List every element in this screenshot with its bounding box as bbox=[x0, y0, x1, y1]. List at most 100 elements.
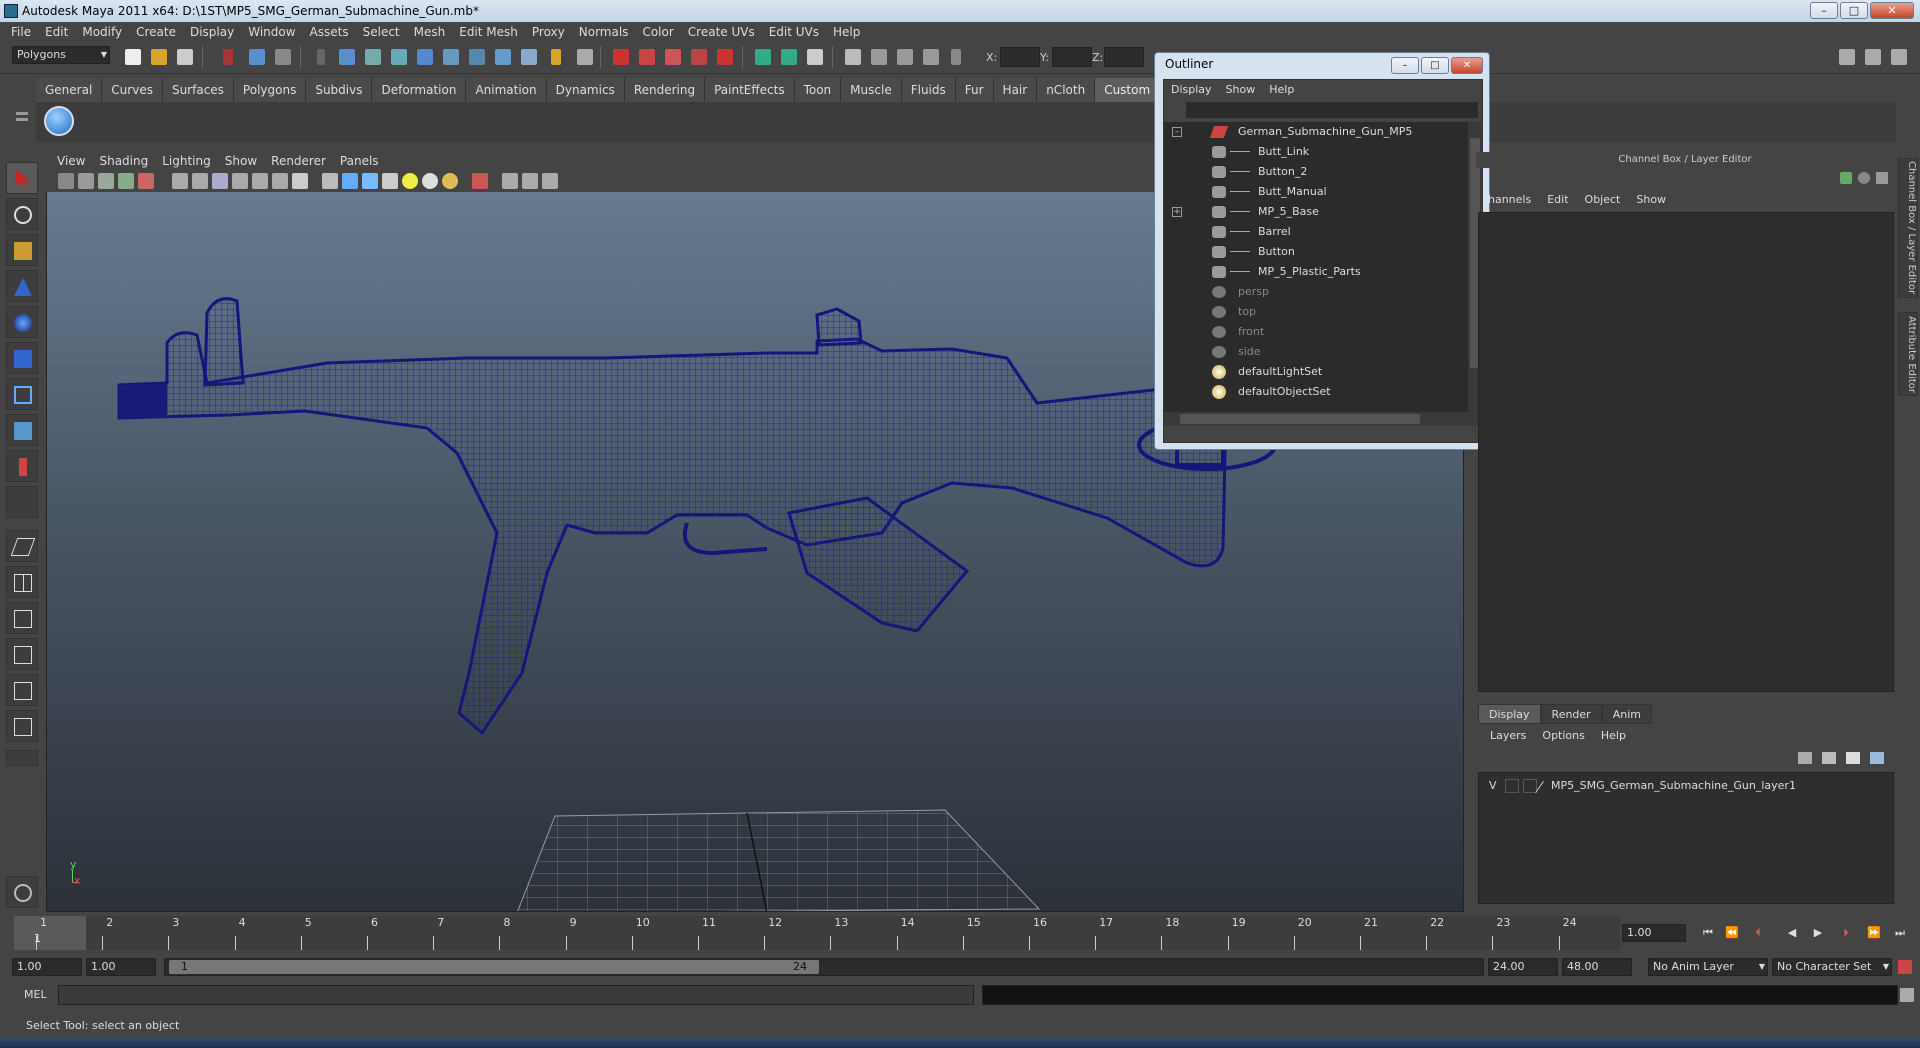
outliner-menu-show[interactable]: Show bbox=[1219, 80, 1263, 100]
shelf-tab-fluids[interactable]: Fluids bbox=[901, 78, 956, 102]
shelf-tab-deformation[interactable]: Deformation bbox=[372, 78, 467, 102]
menu-create-uvs[interactable]: Create UVs bbox=[681, 22, 762, 42]
menu-create[interactable]: Create bbox=[129, 22, 183, 42]
current-frame-field[interactable]: 1.00 bbox=[1622, 924, 1686, 942]
xgen-hand-icon[interactable] bbox=[6, 876, 38, 908]
channel-menu-object[interactable]: Object bbox=[1577, 190, 1629, 210]
wireframe-shading-icon[interactable] bbox=[322, 173, 338, 189]
default-lighting-icon[interactable] bbox=[402, 173, 418, 189]
current-time-marker[interactable]: 1 bbox=[14, 916, 86, 950]
outliner-minimize-button[interactable]: – bbox=[1391, 57, 1419, 74]
menu-display[interactable]: Display bbox=[183, 22, 241, 42]
move-tool-icon[interactable] bbox=[6, 270, 38, 302]
wireframe-on-shaded-icon[interactable] bbox=[362, 173, 378, 189]
new-scene-icon[interactable] bbox=[122, 46, 144, 68]
mask-dropdown-icon[interactable] bbox=[314, 46, 336, 68]
snap-grid-icon[interactable] bbox=[440, 46, 462, 68]
auto-key-icon[interactable] bbox=[1898, 960, 1912, 974]
animation-start-field[interactable]: 1.00 bbox=[12, 958, 82, 976]
four-view-layout-icon[interactable] bbox=[6, 566, 38, 598]
manipulator-tool-icon[interactable] bbox=[6, 378, 38, 410]
menu-color[interactable]: Color bbox=[635, 22, 680, 42]
textured-icon[interactable] bbox=[382, 173, 398, 189]
script-editor-icon[interactable] bbox=[1900, 988, 1914, 1002]
graph-layout-icon[interactable] bbox=[6, 638, 38, 670]
select-object-icon[interactable] bbox=[246, 46, 268, 68]
shelf-tab-hair[interactable]: Hair bbox=[993, 78, 1038, 102]
select-tool-icon[interactable] bbox=[6, 162, 38, 194]
render-current-icon[interactable] bbox=[688, 46, 710, 68]
time-slider[interactable]: 1 1 2 3 4 5 6 7 8 9 10 11 12 13 14 15 16 17 18 19 20 21 22 23 2… bbox=[14, 916, 1620, 950]
shelf-tab-surfaces[interactable]: Surfaces bbox=[162, 78, 234, 102]
go-to-start-icon[interactable]: ⏮ bbox=[1698, 924, 1718, 942]
lasso-tool-icon[interactable] bbox=[6, 198, 38, 230]
paint-select-tool-icon[interactable] bbox=[6, 234, 38, 266]
expand-toggle-icon[interactable]: + bbox=[1172, 207, 1182, 217]
shelf-tab-curves[interactable]: Curves bbox=[102, 78, 163, 102]
lock-icon[interactable] bbox=[548, 46, 570, 68]
gate-mask-icon[interactable] bbox=[232, 173, 248, 189]
speed-icon[interactable] bbox=[1858, 172, 1870, 184]
shelf-tab-ncloth[interactable]: nCloth bbox=[1037, 78, 1096, 102]
menu-help[interactable]: Help bbox=[826, 22, 867, 42]
outliner-item[interactable]: MP_5_Plastic_Parts bbox=[1164, 262, 1464, 282]
step-back-key-icon[interactable]: ⏴ bbox=[1748, 924, 1768, 942]
layer-tab-display[interactable]: Display bbox=[1478, 704, 1541, 724]
shelf-tab-painteffects[interactable]: PaintEffects bbox=[705, 78, 795, 102]
menu-normals[interactable]: Normals bbox=[572, 22, 636, 42]
xray-icon[interactable] bbox=[502, 173, 518, 189]
vp-menu-view[interactable]: View bbox=[50, 152, 92, 170]
shelf-tab-dynamics[interactable]: Dynamics bbox=[546, 78, 625, 102]
render-layout-icon[interactable] bbox=[6, 710, 38, 742]
help-question-icon[interactable] bbox=[518, 46, 540, 68]
snap-handles-icon[interactable] bbox=[336, 46, 358, 68]
outliner-horizontal-scrollbar[interactable] bbox=[1164, 412, 1482, 426]
snap-curves-icon[interactable] bbox=[388, 46, 410, 68]
bookmarks-icon[interactable] bbox=[98, 173, 114, 189]
tool-settings-toggle-icon[interactable] bbox=[1862, 46, 1884, 68]
channel-box-body[interactable] bbox=[1478, 212, 1894, 692]
scale-tool-icon[interactable] bbox=[6, 342, 38, 374]
go-to-end-icon[interactable]: ⏭ bbox=[1890, 924, 1910, 942]
outliner-item[interactable]: Barrel bbox=[1164, 222, 1464, 242]
play-forwards-icon[interactable]: ▶ bbox=[1808, 924, 1828, 942]
shelf-tab-general[interactable]: General bbox=[36, 78, 103, 102]
empty-layer-icon[interactable] bbox=[1846, 752, 1860, 764]
toolbox-more-icon[interactable] bbox=[6, 750, 38, 766]
vp-menu-renderer[interactable]: Renderer bbox=[264, 152, 333, 170]
render-settings-icon[interactable] bbox=[752, 46, 774, 68]
high-quality-icon[interactable] bbox=[442, 173, 458, 189]
shelf-tab-polygons[interactable]: Polygons bbox=[233, 78, 307, 102]
mel-label[interactable]: MEL bbox=[24, 988, 47, 1001]
film-gate-icon[interactable] bbox=[192, 173, 208, 189]
field-chart-icon[interactable] bbox=[252, 173, 268, 189]
menu-edit[interactable]: Edit bbox=[38, 22, 75, 42]
channel-menu-show[interactable]: Show bbox=[1628, 190, 1674, 210]
save-scene-icon[interactable] bbox=[174, 46, 196, 68]
x-field[interactable] bbox=[1000, 47, 1040, 67]
outliner-item[interactable]: – German_Submachine_Gun_MP5 bbox=[1164, 122, 1464, 142]
channel-toggle-icon[interactable] bbox=[1888, 46, 1910, 68]
outliner-maximize-button[interactable]: □ bbox=[1421, 57, 1449, 74]
anim-layer-dropdown[interactable]: No Anim Layer ▼ bbox=[1648, 958, 1768, 976]
channel-menu-edit[interactable]: Edit bbox=[1539, 190, 1576, 210]
outliner-close-button[interactable]: ✕ bbox=[1451, 57, 1483, 74]
last-tool-icon[interactable] bbox=[6, 486, 38, 518]
layer-row[interactable]: V MP5_SMG_German_Submachine_Gun_layer1 bbox=[1483, 777, 1887, 795]
y-field[interactable] bbox=[1052, 47, 1092, 67]
hypershade-layout-icon[interactable] bbox=[6, 674, 38, 706]
outliner-menu-help[interactable]: Help bbox=[1262, 80, 1301, 100]
shelf-tab-toon[interactable]: Toon bbox=[794, 78, 842, 102]
vp-menu-show[interactable]: Show bbox=[218, 152, 264, 170]
snap-joints-icon[interactable] bbox=[362, 46, 384, 68]
channel-menu-channels[interactable]: hannels bbox=[1480, 190, 1539, 210]
layer-template-toggle[interactable] bbox=[1505, 779, 1519, 793]
range-slider-handle[interactable]: 1 24 bbox=[169, 960, 819, 974]
minimize-button[interactable]: – bbox=[1810, 2, 1838, 19]
layer-tab-anim[interactable]: Anim bbox=[1601, 704, 1652, 724]
construction-history-icon[interactable] bbox=[662, 46, 684, 68]
shelf-tab-muscle[interactable]: Muscle bbox=[841, 78, 902, 102]
resolution-gate-icon[interactable] bbox=[212, 173, 228, 189]
snap-points-icon[interactable] bbox=[466, 46, 488, 68]
step-back-frame-icon[interactable]: ⏪ bbox=[1722, 924, 1742, 942]
